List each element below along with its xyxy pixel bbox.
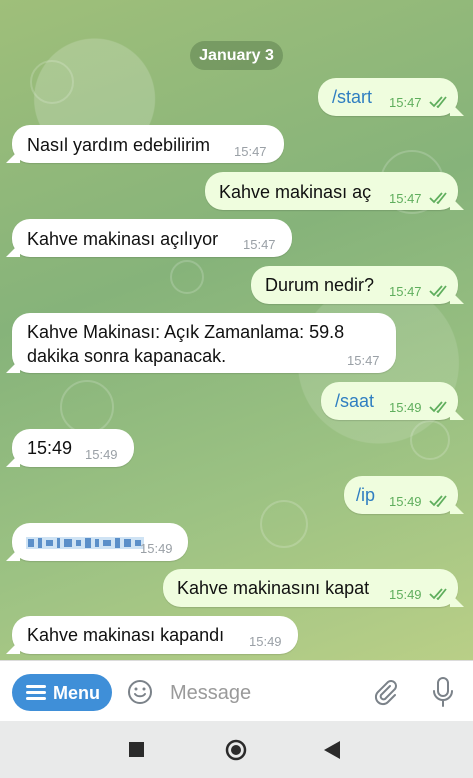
message-bubble-incoming[interactable]: Nasıl yardım edebilirim 15:47 <box>12 125 284 163</box>
message-bubble-incoming[interactable]: 15:49 <box>12 523 188 561</box>
read-check-icon <box>429 285 447 297</box>
message-time: 15:47 <box>389 284 422 299</box>
message-bubble-incoming[interactable]: Kahve Makinası: Açık Zamanlama: 59.8 dak… <box>12 313 396 373</box>
chat-area: January 3 /start 15:47 Nasıl yardım edeb… <box>0 0 473 660</box>
message-time: 15:49 <box>389 494 422 509</box>
menu-button-label: Menu <box>53 683 100 703</box>
message-text: 15:49 <box>27 438 73 458</box>
message-composer: Menu <box>0 660 473 722</box>
read-check-icon <box>429 192 447 204</box>
message-time: 15:47 <box>234 144 267 159</box>
message-text: Nasıl yardım edebilirim <box>27 135 211 155</box>
message-text: Kahve makinasını kapat <box>177 578 370 598</box>
message-time: 15:47 <box>347 353 380 368</box>
message-bubble-outgoing[interactable]: Kahve makinasını kapat 15:49 <box>163 569 458 607</box>
message-time: 15:47 <box>243 237 276 252</box>
message-time: 15:49 <box>249 634 282 649</box>
message-text: Kahve makinası aç <box>219 182 372 202</box>
read-check-icon <box>429 495 447 507</box>
message-bubble-incoming[interactable]: Kahve makinası açılıyor 15:47 <box>12 219 292 257</box>
command-link[interactable]: /ip <box>356 485 375 506</box>
emoji-icon[interactable] <box>127 679 153 705</box>
background-doodle <box>260 500 308 548</box>
background-doodle <box>30 60 74 104</box>
recents-icon[interactable] <box>129 742 144 757</box>
message-time: 15:49 <box>389 587 422 602</box>
read-check-icon <box>429 588 447 600</box>
message-text: Kahve makinası kapandı <box>27 625 225 645</box>
mic-icon[interactable] <box>431 676 455 708</box>
command-link[interactable]: /start <box>332 87 372 108</box>
message-bubble-incoming[interactable]: Kahve makinası kapandı 15:49 <box>12 616 298 654</box>
message-text: Durum nedir? <box>265 275 375 295</box>
message-bubble-outgoing[interactable]: /ip 15:49 <box>344 476 458 514</box>
command-link[interactable]: /saat <box>335 391 374 412</box>
menu-icon <box>26 685 46 700</box>
date-separator: January 3 <box>190 41 283 70</box>
message-time: 15:49 <box>140 541 173 556</box>
message-input[interactable] <box>168 675 362 711</box>
message-bubble-outgoing[interactable]: Durum nedir? 15:47 <box>251 266 458 304</box>
background-doodle <box>410 420 450 460</box>
message-time: 15:47 <box>389 191 422 206</box>
message-bubble-incoming[interactable]: 15:49 15:49 <box>12 429 134 467</box>
back-icon[interactable] <box>324 741 340 759</box>
bot-menu-button[interactable]: Menu <box>12 674 112 711</box>
background-doodle <box>60 380 114 434</box>
redacted-ip-text <box>26 537 144 549</box>
message-bubble-outgoing[interactable]: /start 15:47 <box>318 78 458 116</box>
message-time: 15:49 <box>85 447 118 462</box>
read-check-icon <box>429 96 447 108</box>
message-text: Kahve makinası açılıyor <box>27 229 219 249</box>
attach-icon[interactable] <box>372 678 400 706</box>
message-text: Kahve Makinası: Açık Zamanlama: 59.8 dak… <box>27 322 345 366</box>
message-bubble-outgoing[interactable]: Kahve makinası aç 15:47 <box>205 172 458 210</box>
home-icon[interactable] <box>225 739 247 761</box>
message-bubble-outgoing[interactable]: /saat 15:49 <box>321 382 458 420</box>
read-check-icon <box>429 401 447 413</box>
message-time: 15:47 <box>389 95 422 110</box>
background-doodle <box>170 260 204 294</box>
message-time: 15:49 <box>389 400 422 415</box>
